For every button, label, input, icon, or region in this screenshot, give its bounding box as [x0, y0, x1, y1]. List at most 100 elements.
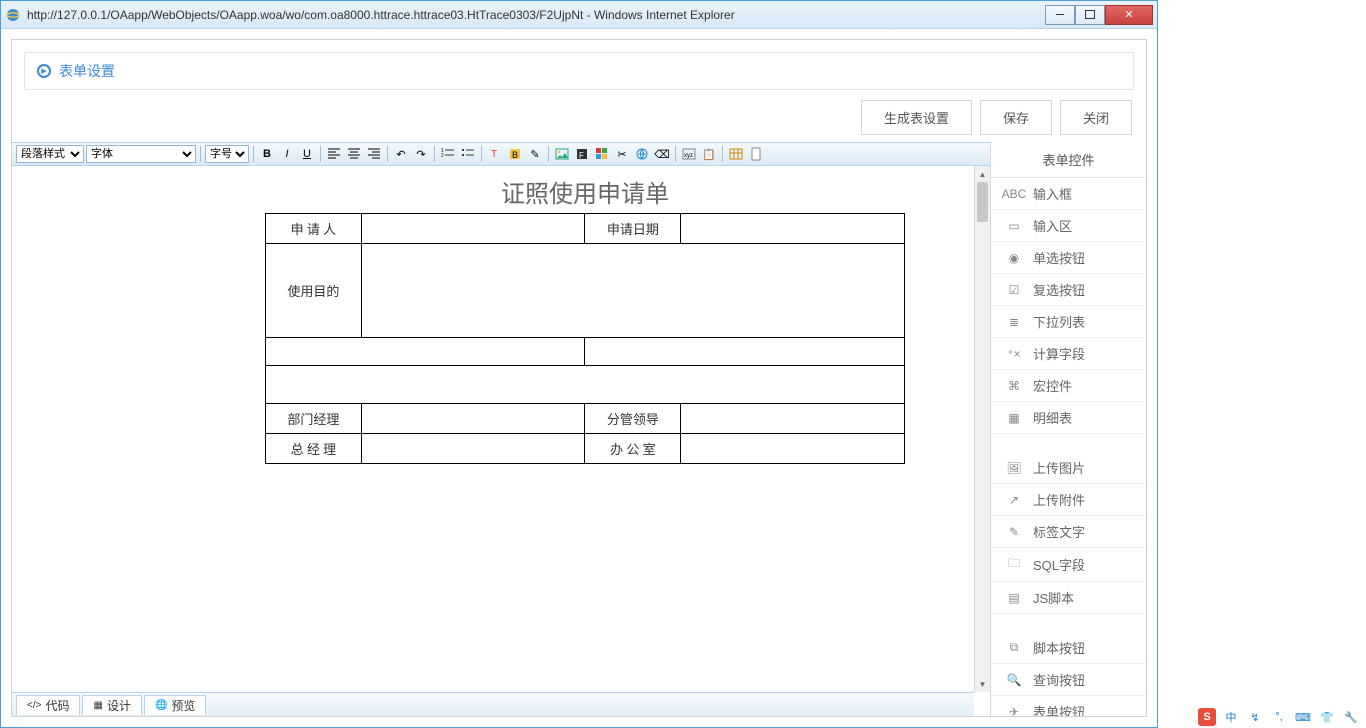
- code-tab-icon: </>: [27, 700, 41, 711]
- scroll-down-icon[interactable]: ▼: [975, 676, 990, 692]
- tray-settings-icon[interactable]: 🔧: [1342, 708, 1360, 726]
- windows-button[interactable]: [593, 145, 611, 163]
- lang-icon[interactable]: 中: [1222, 708, 1240, 726]
- field-supervisor[interactable]: [681, 404, 905, 434]
- palette-label: 输入区: [1033, 216, 1072, 235]
- format-brush-button[interactable]: ✎: [526, 145, 544, 163]
- underline-button[interactable]: U: [298, 145, 316, 163]
- italic-button[interactable]: I: [278, 145, 296, 163]
- palette-item-标签文字[interactable]: ✎标签文字: [991, 516, 1146, 548]
- field-purpose[interactable]: [361, 244, 904, 338]
- bg-color-button[interactable]: B: [506, 145, 524, 163]
- palette-item-计算字段[interactable]: ⁺×计算字段: [991, 338, 1146, 370]
- palette-item-下拉列表[interactable]: ≣ 下拉列表: [991, 306, 1146, 338]
- palette-label: 查询按钮: [1033, 670, 1085, 689]
- palette-icon: 🗀: [1005, 554, 1023, 575]
- palette-label: 表单按钮: [1033, 702, 1085, 716]
- scroll-thumb[interactable]: [977, 182, 988, 222]
- label-dept-manager: 部门经理: [266, 404, 362, 434]
- flash-button[interactable]: F: [573, 145, 591, 163]
- close-button[interactable]: 关闭: [1060, 100, 1132, 135]
- palette-label: 标签文字: [1033, 522, 1085, 541]
- palette-label: 上传图片: [1033, 458, 1085, 477]
- system-tray: S 中 ↯ °, ⌨ 👕 🔧: [1192, 706, 1366, 728]
- save-button[interactable]: 保存: [980, 100, 1052, 135]
- palette-item-明细表[interactable]: ▦明细表: [991, 402, 1146, 434]
- palette-item-输入框[interactable]: ABC输入框: [991, 178, 1146, 210]
- tab-design[interactable]: ▦设计: [82, 695, 141, 715]
- field-apply-date[interactable]: [681, 214, 905, 244]
- table-button[interactable]: [727, 145, 745, 163]
- field-blank-2[interactable]: [585, 338, 905, 366]
- tab-code[interactable]: </>代码: [16, 695, 80, 715]
- field-office[interactable]: [681, 434, 905, 464]
- palette-item-脚本按钮[interactable]: ⧉脚本按钮: [991, 632, 1146, 664]
- font-select[interactable]: 字体: [86, 145, 196, 163]
- palette-item-查询按钮[interactable]: 🔍 查询按钮: [991, 664, 1146, 696]
- page-header: 表单设置: [24, 52, 1134, 90]
- unordered-list-button[interactable]: [459, 145, 477, 163]
- palette-icon: 🖼: [1005, 461, 1023, 475]
- align-left-button[interactable]: [325, 145, 343, 163]
- image-button[interactable]: [553, 145, 571, 163]
- label-purpose: 使用目的: [266, 244, 362, 338]
- palette-item-输入区[interactable]: ▭ 输入区: [991, 210, 1146, 242]
- scroll-up-icon[interactable]: ▲: [975, 166, 990, 182]
- editor-canvas-area[interactable]: 证照使用申请单 申 请 人 申请日期 使用目的: [12, 166, 974, 692]
- bold-button[interactable]: B: [258, 145, 276, 163]
- palette-icon: ⁺×: [1005, 347, 1023, 361]
- field-blank-wide[interactable]: [266, 366, 905, 404]
- redo-button[interactable]: ↷: [412, 145, 430, 163]
- align-center-button[interactable]: [345, 145, 363, 163]
- font-color-button[interactable]: T: [486, 145, 504, 163]
- window-close-button[interactable]: [1105, 5, 1153, 25]
- palette-item-上传图片[interactable]: 🖼 上传图片: [991, 452, 1146, 484]
- svg-text:T: T: [491, 149, 497, 160]
- svg-text:B: B: [512, 150, 518, 160]
- generate-button[interactable]: 生成表设置: [861, 100, 972, 135]
- field-blank-1[interactable]: [266, 338, 585, 366]
- field-dept-manager[interactable]: [361, 404, 585, 434]
- link-button[interactable]: [633, 145, 651, 163]
- palette-icon: ⧉: [1005, 640, 1023, 655]
- code-button[interactable]: xyz: [680, 145, 698, 163]
- palette-item-SQL字段[interactable]: 🗀SQL字段: [991, 548, 1146, 582]
- new-page-button[interactable]: [747, 145, 765, 163]
- palette-label: 下拉列表: [1033, 312, 1085, 331]
- palette-item-上传附件[interactable]: ↗上传附件: [991, 484, 1146, 516]
- clean-button[interactable]: ✂: [613, 145, 631, 163]
- palette-item-宏控件[interactable]: ⌘宏控件: [991, 370, 1146, 402]
- tray-skin-icon[interactable]: 👕: [1318, 708, 1336, 726]
- ime-icon[interactable]: S: [1198, 708, 1216, 726]
- size-select[interactable]: 字号: [205, 145, 249, 163]
- palette-item-复选按钮[interactable]: ☑复选按钮: [991, 274, 1146, 306]
- bottom-tabs: </>代码 ▦设计 🌐预览: [12, 692, 974, 716]
- unlink-button[interactable]: ⌫: [653, 145, 671, 163]
- palette-icon: 🔍: [1005, 673, 1023, 687]
- window-minimize-button[interactable]: [1045, 5, 1075, 25]
- tray-tool-icon[interactable]: ↯: [1246, 708, 1264, 726]
- palette-item-单选按钮[interactable]: ◉单选按钮: [991, 242, 1146, 274]
- palette-icon: ≣: [1005, 315, 1023, 329]
- palette-icon: ▭: [1005, 219, 1023, 233]
- field-applicant[interactable]: [361, 214, 585, 244]
- palette-item-JS脚本[interactable]: ▤JS脚本: [991, 582, 1146, 614]
- label-general-manager: 总 经 理: [266, 434, 362, 464]
- align-right-button[interactable]: [365, 145, 383, 163]
- palette-item-表单按钮[interactable]: ✈表单按钮: [991, 696, 1146, 716]
- field-general-manager[interactable]: [361, 434, 585, 464]
- tray-keyboard-icon[interactable]: ⌨: [1294, 708, 1312, 726]
- tray-punct-icon[interactable]: °,: [1270, 708, 1288, 726]
- palette-label: JS脚本: [1033, 588, 1074, 607]
- palette-label: 明细表: [1033, 408, 1072, 427]
- palette-icon: ⌘: [1005, 379, 1023, 393]
- undo-button[interactable]: ↶: [392, 145, 410, 163]
- label-office: 办 公 室: [585, 434, 681, 464]
- palette-icon: ☑: [1005, 283, 1023, 297]
- vertical-scrollbar[interactable]: ▲ ▼: [974, 166, 990, 692]
- ordered-list-button[interactable]: 12: [439, 145, 457, 163]
- para-style-select[interactable]: 段落样式: [16, 145, 84, 163]
- window-maximize-button[interactable]: [1075, 5, 1105, 25]
- tab-preview[interactable]: 🌐预览: [144, 695, 206, 715]
- paste-button[interactable]: 📋: [700, 145, 718, 163]
